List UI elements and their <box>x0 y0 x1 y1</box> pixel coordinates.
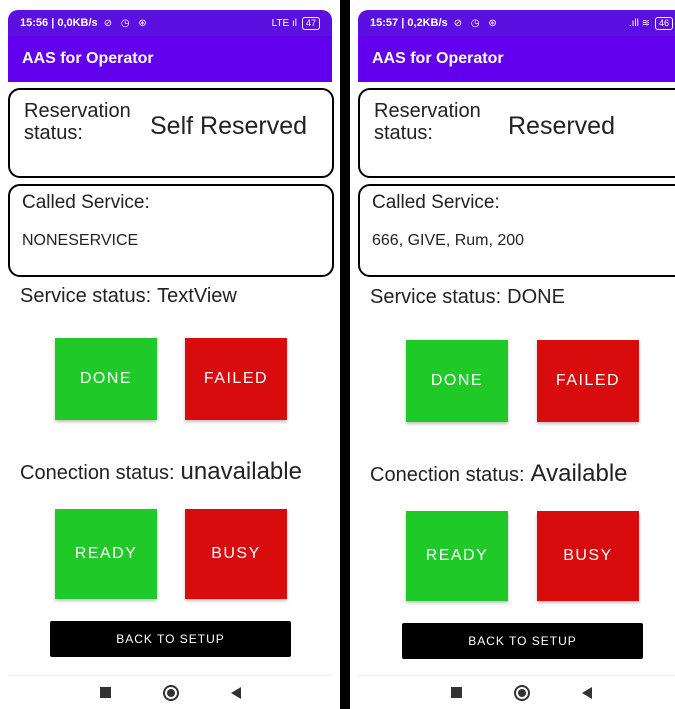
reservation-card: Reservation status: Self Reserved <box>8 88 334 178</box>
home-icon[interactable] <box>514 684 530 701</box>
battery-icon: 47 <box>301 16 320 30</box>
connection-status-value: Available <box>530 460 628 487</box>
ready-button[interactable]: READY <box>406 511 508 601</box>
status-time: 15:56 | 0,0KB/s <box>20 17 98 29</box>
reservation-label: Reservation status: <box>24 100 131 144</box>
status-bar: 15:57 | 0,2KB/s ⊘ ◷ ⊛ .ıll ≋ 46 <box>358 10 675 36</box>
connection-status: Conection status: unavailable <box>20 458 302 486</box>
reservation-value: Self Reserved <box>150 112 308 140</box>
app-bar: AAS for Operator <box>8 36 332 82</box>
reservation-value: Reserved <box>508 112 615 140</box>
called-service-label: Called Service: <box>22 192 150 213</box>
signal-icon: LTE ıl <box>271 17 297 29</box>
failed-button[interactable]: FAILED <box>185 338 287 420</box>
service-status-value: TextView <box>157 285 237 307</box>
back-to-setup-button[interactable]: BACK TO SETUP <box>50 621 291 657</box>
service-status-value: DONE <box>507 286 565 308</box>
back-icon[interactable] <box>582 686 592 699</box>
called-service-label: Called Service: <box>372 192 500 213</box>
recents-icon[interactable] <box>451 687 462 698</box>
home-icon[interactable] <box>162 684 179 701</box>
connection-status-label: Conection status: <box>370 464 525 486</box>
ready-button[interactable]: READY <box>55 509 157 599</box>
recents-icon[interactable] <box>99 687 111 698</box>
done-button[interactable]: DONE <box>406 340 508 422</box>
called-service-value: NONESERVICE <box>22 232 139 249</box>
service-status: Service status: DONE <box>370 286 571 309</box>
signal-wifi-icon: .ıll ≋ <box>628 17 650 29</box>
busy-button[interactable]: BUSY <box>185 509 287 599</box>
battery-icon: 46 <box>654 16 673 30</box>
service-status-label: Service status: <box>20 285 152 307</box>
status-bar: 15:56 | 0,0KB/s ⊘ ◷ ⊛ LTE ıl 47 <box>8 10 332 36</box>
screen-divider <box>340 0 350 709</box>
system-icons: ⊘ ◷ ⊛ <box>103 17 150 29</box>
app-bar: AAS for Operator <box>358 36 675 82</box>
service-status: Service status: TextView <box>20 285 243 308</box>
status-time: 15:57 | 0,2KB/s <box>370 17 448 29</box>
navigation-bar <box>8 675 332 709</box>
reservation-label: Reservation status: <box>374 100 481 144</box>
app-title: AAS for Operator <box>22 50 154 67</box>
connection-status-label: Conection status: <box>20 462 175 484</box>
phone-screen-right: 15:57 | 0,2KB/s ⊘ ◷ ⊛ .ıll ≋ 46 AAS for … <box>350 0 675 709</box>
failed-button[interactable]: FAILED <box>537 340 639 422</box>
back-icon[interactable] <box>230 686 241 699</box>
called-service-card: Called Service: 666, GIVE, Rum, 200 <box>358 184 675 277</box>
done-button[interactable]: DONE <box>55 338 157 420</box>
connection-status-value: unavailable <box>180 458 302 485</box>
called-service-value: 666, GIVE, Rum, 200 <box>372 232 525 249</box>
reservation-card: Reservation status: Reserved <box>358 88 675 178</box>
phone-screen-left: 15:56 | 0,0KB/s ⊘ ◷ ⊛ LTE ıl 47 AAS for … <box>0 0 340 709</box>
busy-button[interactable]: BUSY <box>537 511 639 601</box>
service-status-label: Service status: <box>370 286 502 308</box>
navigation-bar <box>358 675 675 709</box>
connection-status: Conection status: Available <box>370 460 628 488</box>
system-icons: ⊘ ◷ ⊛ <box>453 17 500 29</box>
app-title: AAS for Operator <box>372 50 504 67</box>
back-to-setup-button[interactable]: BACK TO SETUP <box>402 623 643 659</box>
called-service-card: Called Service: NONESERVICE <box>8 184 334 277</box>
